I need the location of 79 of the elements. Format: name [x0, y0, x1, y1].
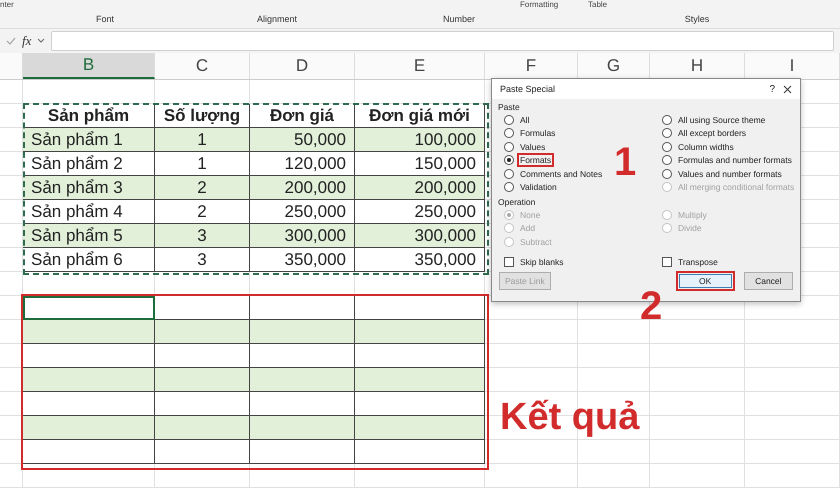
- table-cell: 200,000: [355, 176, 485, 200]
- column-header[interactable]: E: [355, 53, 485, 79]
- option-label[interactable]: All: [519, 114, 530, 125]
- table-cell: 300,000: [355, 224, 485, 248]
- table-cell: 2: [155, 200, 250, 224]
- table-cell: Sản phẩm 2: [23, 152, 155, 176]
- option-label[interactable]: Formulas and number formats: [677, 155, 793, 166]
- radio-button[interactable]: [504, 168, 514, 179]
- radio-button[interactable]: [504, 182, 514, 192]
- result-caption: Kết quả: [500, 398, 640, 436]
- chevron-down-icon[interactable]: [37, 38, 46, 44]
- checkbox-label[interactable]: Transpose: [677, 256, 719, 266]
- radio-button[interactable]: [662, 142, 672, 152]
- option-label[interactable]: Values and number formats: [677, 168, 783, 179]
- column-header[interactable]: C: [155, 53, 250, 79]
- ribbon-group-label: Font: [96, 14, 114, 26]
- table-cell: 50,000: [250, 128, 355, 152]
- table-cell: 100,000: [355, 128, 485, 152]
- header-cell: Đơn giá mới: [355, 104, 485, 128]
- table-cell: 3: [155, 224, 250, 248]
- table-cell: 350,000: [250, 248, 355, 272]
- step-number: 1: [614, 142, 636, 182]
- help-button[interactable]: ?: [769, 84, 775, 94]
- option-label[interactable]: Formats: [519, 155, 552, 166]
- checkbox[interactable]: [662, 256, 672, 266]
- ribbon-label: Formatting: [520, 0, 558, 9]
- option-label[interactable]: All except borders: [677, 128, 748, 138]
- radio-button[interactable]: [504, 114, 514, 125]
- dialog-button[interactable]: OK: [676, 270, 735, 290]
- table-cell: 300,000: [250, 224, 355, 248]
- header-cell: Đơn giá: [250, 104, 355, 128]
- table-cell: 150,000: [355, 152, 485, 176]
- option-label[interactable]: Validation: [519, 182, 558, 192]
- table-cell: Sản phẩm 6: [23, 248, 155, 272]
- table-cell: 1: [155, 152, 250, 176]
- ribbon-label: nter: [0, 0, 14, 9]
- checkbox[interactable]: [504, 256, 514, 266]
- table-cell: Sản phẩm 4: [23, 200, 155, 224]
- column-header[interactable]: B: [23, 53, 155, 79]
- header-cell: Số lượng: [155, 104, 250, 128]
- table-cell: 3: [155, 248, 250, 272]
- step-number: 2: [640, 286, 662, 326]
- table-cell: 200,000: [250, 176, 355, 200]
- section-label: Paste: [497, 101, 521, 113]
- section-label: Operation: [497, 196, 536, 208]
- table-cell: 1: [155, 128, 250, 152]
- ribbon-group-label: Number: [442, 14, 475, 26]
- dialog-title: Paste Special: [500, 84, 556, 94]
- header-cell: Sản phẩm: [23, 104, 155, 128]
- radio-button[interactable]: [662, 155, 672, 166]
- dialog-button[interactable]: Cancel: [742, 270, 794, 290]
- table-cell: 2: [155, 176, 250, 200]
- option-label[interactable]: Comments and Notes: [519, 168, 604, 179]
- radio-button[interactable]: [662, 168, 672, 179]
- radio-button[interactable]: [662, 114, 672, 125]
- table-cell: 350,000: [355, 248, 485, 272]
- check-icon[interactable]: [6, 36, 16, 46]
- radio-button[interactable]: [504, 155, 514, 166]
- option-label[interactable]: Column widths: [677, 142, 735, 152]
- fx-button[interactable]: fx: [22, 33, 32, 49]
- option-label[interactable]: All using Source theme: [677, 114, 766, 125]
- checkbox-label[interactable]: Skip blanks: [519, 256, 564, 266]
- table-cell: 250,000: [250, 200, 355, 224]
- option-label[interactable]: Values: [519, 142, 546, 152]
- ribbon-label: Table: [588, 0, 608, 9]
- table-cell: 250,000: [355, 200, 485, 224]
- radio-button[interactable]: [504, 142, 514, 152]
- table-cell: Sản phẩm 5: [23, 224, 155, 248]
- table-cell: Sản phẩm 1: [23, 128, 155, 152]
- radio-button[interactable]: [504, 128, 514, 138]
- close-icon[interactable]: [783, 84, 792, 94]
- column-header[interactable]: D: [250, 53, 355, 79]
- formula-input[interactable]: [51, 31, 834, 51]
- option-label[interactable]: Formulas: [519, 128, 556, 138]
- table-cell: 120,000: [250, 152, 355, 176]
- ribbon-group-label: Alignment: [256, 14, 298, 26]
- ribbon-group-label: Styles: [684, 14, 710, 26]
- radio-button[interactable]: [662, 128, 672, 138]
- table-cell: Sản phẩm 3: [23, 176, 155, 200]
